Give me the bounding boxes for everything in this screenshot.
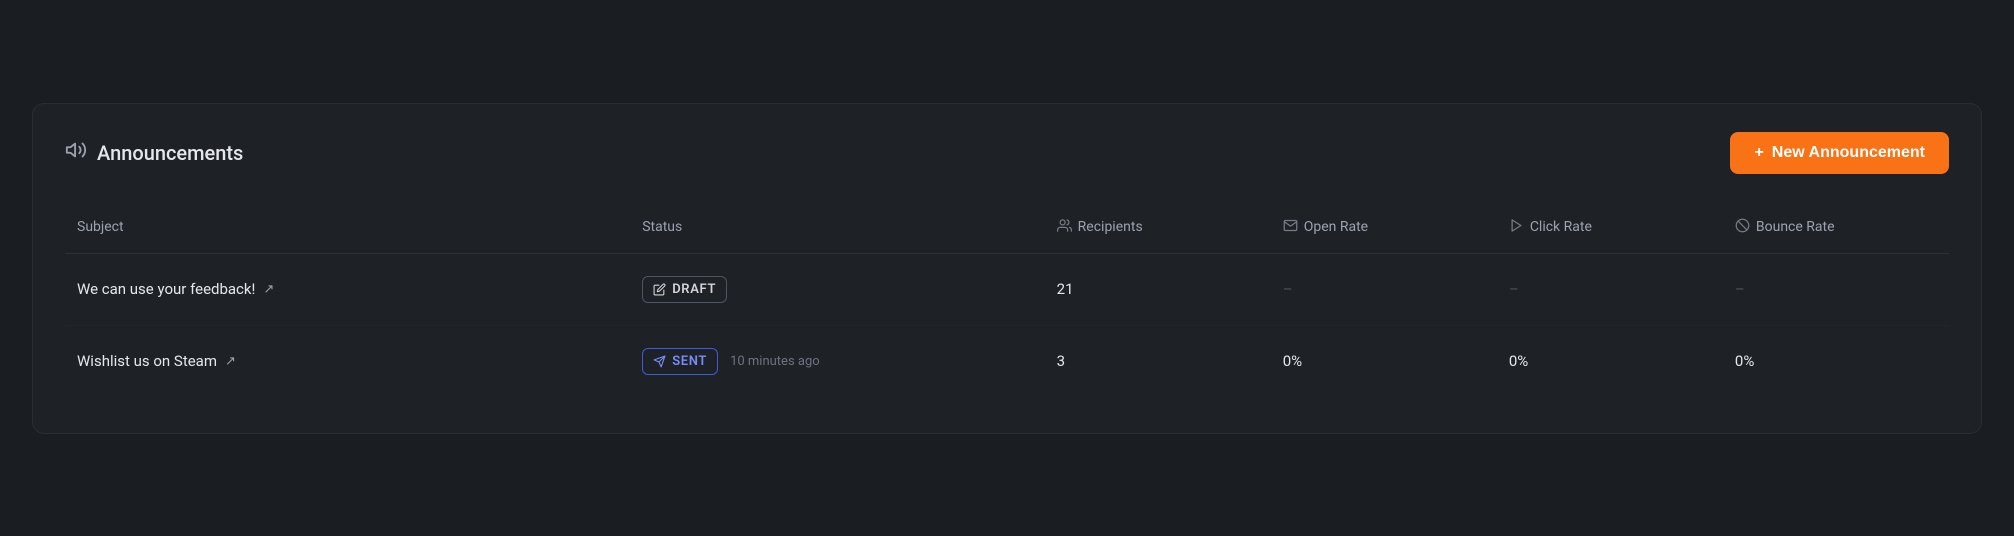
bounce-rate-cell: – xyxy=(1723,253,1949,325)
col-header-open-rate: Open Rate xyxy=(1271,202,1497,254)
subject-text: We can use your feedback! xyxy=(77,280,255,298)
plus-icon: + xyxy=(1754,144,1763,162)
new-announcement-button[interactable]: + New Announcement xyxy=(1730,132,1949,174)
open-rate-cell: – xyxy=(1271,253,1497,325)
recipients-icon xyxy=(1057,218,1072,237)
announcements-panel: Announcements + New Announcement Subject… xyxy=(32,103,1982,434)
bounce-rate-cell: 0% xyxy=(1723,325,1949,397)
recipients-cell: 21 xyxy=(1045,253,1271,325)
sent-time: 10 minutes ago xyxy=(730,354,820,369)
new-announcement-label: New Announcement xyxy=(1772,144,1925,162)
status-cell: SENT 10 minutes ago xyxy=(630,325,1044,397)
col-header-subject: Subject xyxy=(65,202,630,254)
panel-header: Announcements + New Announcement xyxy=(65,132,1949,174)
announcements-table-wrapper: Subject Status xyxy=(65,202,1949,397)
col-header-click-rate: Click Rate xyxy=(1497,202,1723,254)
status-cell: DRAFT xyxy=(630,253,1044,325)
table-row: Wishlist us on Steam ↗ SENT xyxy=(65,325,1949,397)
click-rate-cell: – xyxy=(1497,253,1723,325)
sent-badge[interactable]: SENT xyxy=(642,348,718,375)
table-header-row: Subject Status xyxy=(65,202,1949,254)
subject-cell: Wishlist us on Steam ↗ xyxy=(65,325,630,397)
bounce-rate-icon xyxy=(1735,218,1750,237)
draft-edit-icon xyxy=(653,283,666,296)
col-header-recipients: Recipients xyxy=(1045,202,1271,254)
sent-icon xyxy=(653,355,666,368)
subject-cell: We can use your feedback! ↗ xyxy=(65,253,630,325)
click-rate-icon xyxy=(1509,218,1524,237)
open-rate-cell: 0% xyxy=(1271,325,1497,397)
recipients-cell: 3 xyxy=(1045,325,1271,397)
col-header-bounce-rate: Bounce Rate xyxy=(1723,202,1949,254)
subject-text: Wishlist us on Steam xyxy=(77,352,217,370)
title-group: Announcements xyxy=(65,139,243,166)
announcements-icon xyxy=(65,139,87,166)
open-rate-icon xyxy=(1283,218,1298,237)
subject-link-icon[interactable]: ↗ xyxy=(263,282,274,297)
click-rate-cell: 0% xyxy=(1497,325,1723,397)
col-header-status: Status xyxy=(630,202,1044,254)
announcements-table: Subject Status xyxy=(65,202,1949,397)
draft-badge[interactable]: DRAFT xyxy=(642,276,727,303)
table-row: We can use your feedback! ↗ DRAFT xyxy=(65,253,1949,325)
subject-link-icon[interactable]: ↗ xyxy=(225,354,236,369)
panel-title: Announcements xyxy=(97,141,243,165)
